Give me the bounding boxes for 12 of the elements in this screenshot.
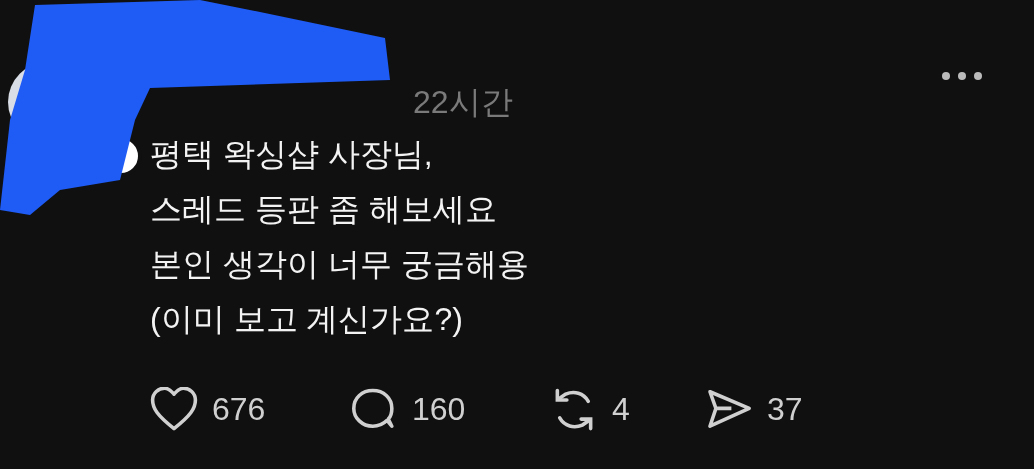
post-text-line: (이미 보고 계신가요?) xyxy=(150,300,463,339)
count: 160 xyxy=(412,390,466,429)
count: 37 xyxy=(767,390,803,429)
count: 4 xyxy=(612,390,630,429)
paper-plane-icon[interactable] xyxy=(705,387,753,431)
post-text-line: 본인 생각이 너무 궁금해용 xyxy=(150,245,529,284)
more-icon[interactable] xyxy=(940,70,984,82)
post-time: 22시간 xyxy=(413,83,513,122)
count: 676 xyxy=(212,390,266,429)
post-text-line: 스레드 등판 좀 해보세요 xyxy=(150,190,497,229)
heart-icon[interactable] xyxy=(150,387,198,431)
post-text-line: 평택 왁싱샵 사장님, xyxy=(150,135,433,174)
